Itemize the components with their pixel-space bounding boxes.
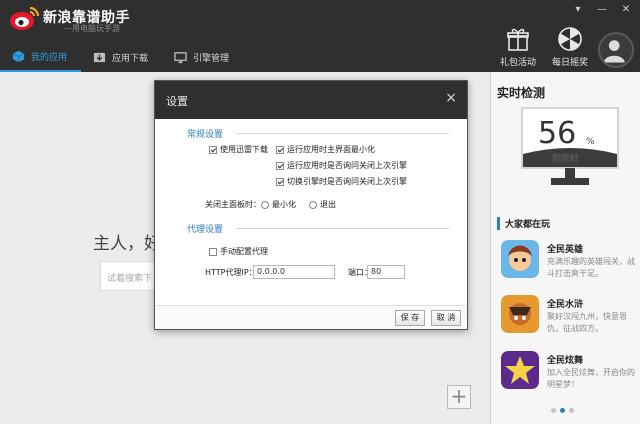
proxy-settings-label: 代理设置	[187, 225, 224, 235]
tab-label: 应用下载	[112, 53, 149, 64]
radio-label: 最小化	[272, 200, 296, 209]
weibo-logo-icon	[10, 6, 40, 30]
tab-label: 我的应用	[31, 52, 68, 63]
gift-activity-label: 礼包活动	[499, 58, 536, 68]
general-settings-label: 常规设置	[187, 130, 224, 140]
checkbox-box[interactable]	[209, 247, 217, 256]
monitor-icon	[174, 51, 187, 63]
game-item[interactable]: 全民英雄 充满乐趣的英雄闯关，战斗打击爽干足。	[501, 240, 637, 288]
checkbox-box[interactable]	[276, 161, 284, 170]
game-name: 全民水浒	[547, 300, 584, 310]
app-subtitle: —用电脑玩手游	[64, 24, 120, 33]
tab-app-download[interactable]: 应用下载	[81, 42, 162, 72]
minimize-on-run-checkbox[interactable]: 运行应用时主界面最小化	[276, 144, 375, 155]
use-thunder-checkbox[interactable]: 使用迅雷下载	[209, 144, 268, 155]
ask-close-engine-on-run-checkbox[interactable]: 运行应用时是否询问关闭上次引擎	[276, 160, 407, 171]
close-main-panel-label: 关闭主面板时：	[205, 200, 261, 209]
popular-games-title: 大家都在玩	[497, 217, 550, 230]
close-window-icon[interactable]: ✕	[620, 4, 632, 15]
radio-button[interactable]	[309, 200, 317, 209]
tab-label: 引擎管理	[193, 53, 230, 64]
top-actions: 礼包活动 每日摇奖	[496, 26, 592, 68]
radio-exit[interactable]: 退出	[309, 199, 336, 210]
game-name: 全民炫舞	[547, 356, 584, 366]
radio-button[interactable]	[261, 200, 269, 209]
save-button[interactable]: 保 存	[395, 310, 425, 326]
detect-unit: %	[586, 137, 595, 147]
game-desc: 聚好汉闯九州，快意恩仇，征战四方。	[547, 312, 627, 333]
right-panel: 实时检测 56 % 刚刚好 大家都在玩 全民英雄 充满乐趣的英雄闯关，战斗打击爽…	[490, 72, 640, 424]
section-divider	[237, 228, 449, 229]
checkbox-box[interactable]	[209, 145, 217, 154]
game-item[interactable]: 全民炫舞 加入全民炫舞，开启你的明星梦！	[501, 351, 637, 399]
game-icon-shuihu	[501, 295, 539, 333]
http-proxy-label: HTTP代理IP：	[205, 268, 257, 277]
dialog-close-icon[interactable]: ×	[445, 90, 457, 106]
checkbox-label: 切换引擎时是否询问关闭上次引擎	[287, 177, 407, 186]
carousel-dot-active[interactable]	[560, 408, 565, 413]
checkbox-label: 运行应用时主界面最小化	[287, 145, 375, 154]
lottery-wheel-icon	[558, 27, 582, 51]
main-nav: 我的应用 应用下载 引擎管理	[0, 42, 243, 72]
dialog-footer: 保 存 取 消	[155, 305, 467, 329]
add-app-button[interactable]: +	[447, 385, 471, 409]
ask-close-engine-on-switch-checkbox[interactable]: 切换引擎时是否询问关闭上次引擎	[276, 176, 407, 187]
cube-icon	[12, 50, 25, 62]
carousel-dot[interactable]	[569, 408, 574, 413]
settings-dialog: 设置 × 常规设置 使用迅雷下载 运行应用时主界面最小化 运行应用时是否询问关闭…	[154, 80, 468, 330]
download-box-icon	[93, 52, 106, 62]
tab-engine-manage[interactable]: 引擎管理	[162, 42, 243, 72]
checkbox-label: 运行应用时是否询问关闭上次引擎	[287, 161, 407, 170]
greeting-text: 主人，好	[93, 234, 161, 254]
realtime-detect-title: 实时检测	[497, 86, 546, 100]
checkbox-box[interactable]	[276, 177, 284, 186]
carousel-dot[interactable]	[551, 408, 556, 413]
http-proxy-input[interactable]: 0.0.0.0	[253, 265, 335, 279]
gift-activity-button[interactable]: 礼包活动	[496, 26, 540, 68]
cancel-button[interactable]: 取 消	[431, 310, 461, 326]
checkbox-label: 手动配置代理	[220, 247, 268, 256]
dropdown-menu-icon[interactable]: ▾	[572, 4, 584, 15]
game-desc: 加入全民炫舞，开启你的明星梦！	[547, 368, 635, 389]
game-item[interactable]: 全民水浒 聚好汉闯九州，快意恩仇，征战四方。	[501, 295, 637, 343]
window-controls: ▾ — ✕	[572, 4, 632, 15]
user-icon	[603, 40, 625, 63]
radio-minimize[interactable]: 最小化	[261, 199, 296, 210]
carousel-dots	[551, 408, 574, 413]
gift-icon	[507, 28, 529, 51]
detect-score: 56	[538, 116, 577, 151]
port-input[interactable]: 80	[367, 265, 405, 279]
tab-my-apps[interactable]: 我的应用	[0, 42, 82, 72]
dialog-title: 设置	[166, 95, 188, 108]
manual-proxy-checkbox[interactable]: 手动配置代理	[209, 246, 268, 257]
minimize-icon[interactable]: —	[596, 4, 608, 15]
game-name: 全民英雄	[547, 245, 584, 255]
title-bar: 新浪靠谱助手 —用电脑玩手游 ▾ — ✕ 我的应用 应用下载 引擎管理 礼包活动…	[0, 0, 640, 72]
checkbox-label: 使用迅雷下载	[220, 145, 268, 154]
section-divider	[237, 133, 449, 134]
avatar[interactable]	[598, 32, 634, 68]
game-icon-hero	[501, 240, 539, 278]
radio-label: 退出	[320, 200, 336, 209]
detect-status: 刚刚好	[552, 154, 580, 164]
game-icon-dance	[501, 351, 539, 389]
game-desc: 充满乐趣的英雄闯关，战斗打击爽干足。	[547, 257, 635, 278]
daily-lottery-button[interactable]: 每日摇奖	[548, 26, 592, 68]
checkbox-box[interactable]	[276, 145, 284, 154]
dialog-header: 设置 ×	[155, 81, 467, 119]
daily-lottery-label: 每日摇奖	[551, 58, 588, 68]
